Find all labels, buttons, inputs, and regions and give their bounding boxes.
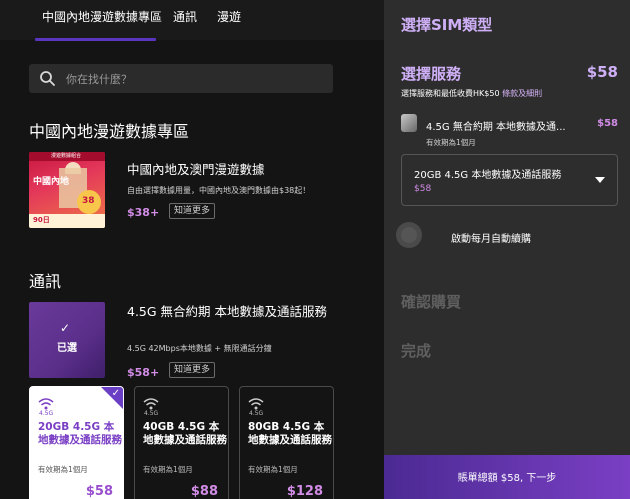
promo-banner-text: 漫遊數據組合 [51,153,82,159]
roaming-promo-image[interactable]: 漫遊數據組合 中國內地 38 90日 [29,152,105,228]
dropdown-price: $58 [414,184,432,194]
selected-plan-validity: 有效期為1個月 [426,138,476,147]
service-heading: 選擇服務 [401,65,462,83]
promo-ribbon: 90日 [29,214,105,228]
plan-card-price: $58 [85,484,113,499]
plan-thumbnail[interactable]: ✓ 已選 [29,302,105,378]
min-charge-text: 選擇服務和最低收費HK$50 [401,89,500,98]
plan-card-20gb[interactable]: 4.5G 20GB 4.5G 本地數據及通話服務 有效期為1個月 $58 ✓ [29,386,124,499]
plan-learn-more-button[interactable]: 知道更多 [169,362,216,378]
tab-telecom[interactable]: 通訊 [173,8,197,25]
promo-days: 90日 [33,216,50,224]
plan-card-name: 20GB 4.5G 本地數據及通話服務 [38,421,122,446]
top-nav: 中國內地漫遊數據專區 通訊 漫遊 [0,0,384,41]
promo-description: 自由選擇數據用量，中國內地及澳門數據由$38起！ [127,186,311,195]
plan-card-name: 40GB 4.5G 本地數據及通話服務 [143,421,227,446]
network-tag: 4.5G [39,410,54,417]
service-price: $58 [586,63,618,81]
check-icon: ✓ [60,321,71,335]
step-confirm-purchase: 確認購買 [401,293,462,311]
plan-card-price: $88 [190,484,218,499]
terms-link[interactable]: 條款及細則 [502,89,542,98]
plan-card-name: 80GB 4.5G 本地數據及通話服務 [248,421,332,446]
signal-icon [248,398,264,410]
promo-title[interactable]: 中國內地及澳門漫遊數據 [127,161,347,179]
dropdown-value: 20GB 4.5G 本地數據及通話服務 [414,170,562,181]
plan-card-validity: 有效期為1個月 [38,465,88,474]
tab-china-roaming-data[interactable]: 中國內地漫遊數據專區 [42,8,162,25]
plan-card-validity: 有效期為1個月 [248,465,298,474]
promo-banner: 漫遊數據組合 [29,152,105,161]
plan-card-price: $128 [286,484,323,499]
network-tag: 4.5G [144,410,159,417]
active-tab-indicator [35,38,156,41]
chevron-down-icon [595,177,605,183]
section-title-telecom: 通訊 [29,272,62,291]
search-bar[interactable]: 你在找什麼？ [29,64,333,93]
tab-roaming[interactable]: 漫遊 [217,8,241,25]
auto-renew-label: 啟動每月自動續購 [451,234,531,245]
search-input[interactable]: 你在找什麼？ [66,71,132,87]
sim-card-icon [401,114,417,132]
plan-dropdown[interactable]: 20GB 4.5G 本地數據及通話服務 $58 [401,154,618,206]
promo-badge-value: 38 [82,196,95,206]
plan-description: 4.5G 42Mbps本地數據 + 無限通話分鐘 [127,344,272,353]
signal-icon [38,398,54,410]
plan-card-80gb[interactable]: 4.5G 80GB 4.5G 本地數據及通話服務 有效期為1個月 $128 [239,386,334,499]
plan-card-40gb[interactable]: 4.5G 40GB 4.5G 本地數據及通話服務 有效期為1個月 $88 [134,386,229,499]
signal-icon [143,398,159,410]
selected-plan-name: 4.5G 無合約期 本地數據及通... [426,122,566,133]
toggle-knob [401,227,417,243]
min-charge-note: 選擇服務和最低收費HK$50 條款及細則 [401,88,542,99]
selected-label: 已選 [57,343,77,354]
auto-renew-toggle[interactable] [396,222,422,248]
next-step-button[interactable]: 賬單總額 $58, 下一步 [384,455,630,499]
panel-title: 選擇SIM類型 [401,16,493,34]
promo-image-title: 中國內地 [33,177,70,187]
plan-card-validity: 有效期為1個月 [143,465,193,474]
product-browser: 中國內地漫遊數據專區 通訊 漫遊 你在找什麼？ 中國內地漫遊數據專區 漫遊數據組… [0,0,384,499]
network-tag: 4.5G [249,410,264,417]
plan-title[interactable]: 4.5G 無合約期 本地數據及通話服務 [127,303,342,321]
checkout-panel: 選擇SIM類型 選擇服務 $58 選擇服務和最低收費HK$50 條款及細則 4.… [384,0,630,499]
search-icon [40,71,55,86]
promo-price-badge: 38 [77,190,101,214]
check-icon: ✓ [111,388,120,399]
section-title-roaming: 中國內地漫遊數據專區 [29,122,190,141]
promo-price: $38+ [127,206,160,219]
plan-price: $58+ [127,366,160,379]
next-step-label: 賬單總額 $58, 下一步 [457,473,557,484]
step-complete: 完成 [401,342,432,360]
selected-plan-price: $58 [597,118,618,129]
promo-learn-more-button[interactable]: 知道更多 [169,203,216,219]
